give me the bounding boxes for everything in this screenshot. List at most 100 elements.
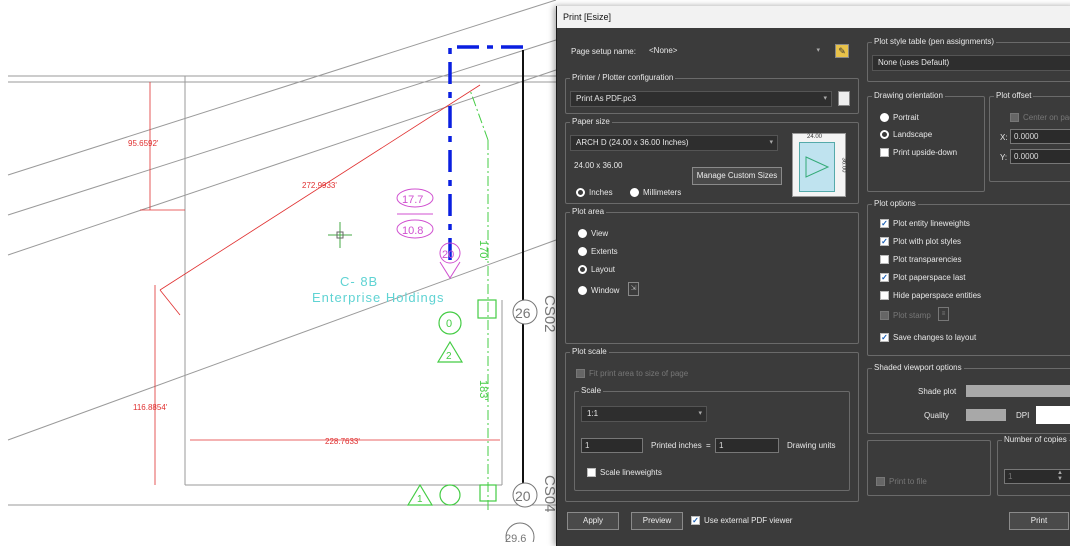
hide-paperspace-label: Hide paperspace entities bbox=[893, 291, 982, 300]
hide-paperspace-checkbox[interactable] bbox=[880, 291, 889, 300]
drawing-units-input[interactable]: 1 bbox=[715, 438, 779, 453]
units-inches-label: Inches bbox=[589, 188, 613, 197]
y-offset-label: Y: bbox=[1000, 153, 1008, 162]
paper-dims: 24.00 x 36.00 bbox=[574, 161, 623, 170]
transparencies-checkbox[interactable] bbox=[880, 255, 889, 264]
entity-lineweights-label: Plot entity lineweights bbox=[893, 219, 970, 228]
paper-preview-sheet bbox=[799, 142, 835, 192]
preview-button[interactable]: Preview bbox=[631, 512, 683, 530]
page-setup-select[interactable]: <None> ▾ bbox=[643, 43, 825, 59]
bubble-20: 20 bbox=[515, 488, 531, 504]
print-to-file-checkbox[interactable] bbox=[876, 477, 885, 486]
bubble-29-6: 29.6 bbox=[505, 533, 526, 542]
paper-size-group-label: Paper size bbox=[570, 117, 612, 126]
dialog-title: Print [Esize] bbox=[557, 6, 1070, 28]
plot-area-group: Plot area View Extents Layout Window ⇲ bbox=[565, 207, 859, 344]
scale-subgroup-label: Scale bbox=[579, 386, 604, 395]
plot-styles-checkbox[interactable]: ✓ bbox=[880, 237, 889, 246]
printer-value: Print As PDF.pc3 bbox=[576, 94, 637, 103]
tenant-label-2: Enterprise Holdings bbox=[312, 290, 444, 305]
x-offset-input[interactable]: 0.0000 bbox=[1010, 129, 1070, 144]
center-on-page-checkbox[interactable] bbox=[1010, 113, 1019, 122]
printed-inches-input[interactable]: 1 bbox=[581, 438, 643, 453]
external-viewer-checkbox[interactable]: ✓ bbox=[691, 516, 700, 525]
print-button[interactable]: Print bbox=[1009, 512, 1069, 530]
chevron-down-icon: ▾ bbox=[698, 410, 702, 417]
plot-style-select[interactable]: None (uses Default) bbox=[872, 55, 1070, 71]
paperspace-last-checkbox[interactable]: ✓ bbox=[880, 273, 889, 282]
dpi-input[interactable] bbox=[1036, 406, 1070, 424]
printed-inches-label: Printed inches bbox=[651, 441, 702, 450]
upside-down-label: Print upside-down bbox=[893, 148, 958, 157]
chevron-down-icon: ▾ bbox=[823, 95, 827, 102]
printer-select[interactable]: Print As PDF.pc3 ▾ bbox=[570, 91, 832, 107]
shaded-viewport-group: Shaded viewport options Shade plot Quali… bbox=[867, 363, 1070, 434]
window-pick-icon[interactable]: ⇲ bbox=[628, 282, 639, 296]
dimension-d5: 170' bbox=[477, 240, 489, 260]
paper-size-group: Paper size ARCH D (24.00 x 36.00 Inches)… bbox=[565, 117, 859, 204]
drawing-units-label: Drawing units bbox=[787, 441, 836, 450]
copies-spinner-icon[interactable]: ▲ ▼ bbox=[1057, 470, 1063, 482]
print-dialog: Print [Esize] Page setup name: <None> ▾ … bbox=[556, 6, 1070, 546]
plot-area-window-radio[interactable] bbox=[578, 286, 587, 295]
x-offset-label: X: bbox=[1000, 133, 1008, 142]
transparencies-label: Plot transparencies bbox=[893, 255, 962, 264]
plot-stamp-label: Plot stamp bbox=[893, 311, 931, 320]
plot-styles-label: Plot with plot styles bbox=[893, 237, 962, 246]
scale-lineweights-checkbox[interactable] bbox=[587, 468, 596, 477]
printer-group: Printer / Plotter configuration Print As… bbox=[565, 73, 859, 114]
paperspace-last-label: Plot paperspace last bbox=[893, 273, 966, 282]
external-viewer-label: Use external PDF viewer bbox=[704, 516, 793, 525]
units-inches-radio[interactable] bbox=[576, 188, 585, 197]
paper-preview-height: 36.00 bbox=[840, 157, 847, 173]
entity-lineweights-checkbox[interactable]: ✓ bbox=[880, 219, 889, 228]
plot-offset-group: Plot offset Center on page X: 0.0000 Y: … bbox=[989, 91, 1070, 182]
quality-label: Quality bbox=[924, 411, 949, 420]
save-changes-checkbox[interactable]: ✓ bbox=[880, 333, 889, 342]
y-offset-input[interactable]: 0.0000 bbox=[1010, 149, 1070, 164]
units-mm-radio[interactable] bbox=[630, 188, 639, 197]
page-setup-label: Page setup name: bbox=[571, 47, 636, 56]
scale-value: 1:1 bbox=[587, 409, 599, 418]
fit-to-page-label: Fit print area to size of page bbox=[589, 369, 689, 378]
chevron-down-icon: ▾ bbox=[769, 139, 773, 146]
plot-area-layout-radio[interactable] bbox=[578, 265, 587, 274]
tenant-label-1: C- 8B bbox=[340, 274, 378, 289]
print-to-file-label: Print to file bbox=[889, 477, 927, 486]
scale-select[interactable]: 1:1 ▾ bbox=[581, 406, 707, 422]
plot-area-extents-label: Extents bbox=[591, 247, 618, 256]
units-mm-label: Millimeters bbox=[643, 188, 682, 197]
tag-bottom: 10.8 bbox=[402, 225, 423, 237]
copies-group: Number of copies 1 ▲ ▼ bbox=[997, 435, 1070, 496]
portrait-radio[interactable] bbox=[880, 113, 889, 122]
plot-stamp-settings-icon[interactable]: ≡ bbox=[938, 307, 949, 321]
landscape-radio[interactable] bbox=[880, 130, 889, 139]
dimension-d4: 228.7633' bbox=[325, 437, 360, 446]
upside-down-checkbox[interactable] bbox=[880, 148, 889, 157]
paper-size-select[interactable]: ARCH D (24.00 x 36.00 Inches) ▾ bbox=[570, 135, 778, 151]
printer-properties-icon[interactable] bbox=[838, 91, 850, 106]
print-to-file-group: Print to file bbox=[867, 440, 991, 496]
dimension-d3: 116.8854' bbox=[133, 403, 168, 412]
page-setup-add-icon[interactable]: ✎ bbox=[835, 44, 849, 58]
paper-size-value: ARCH D (24.00 x 36.00 Inches) bbox=[576, 138, 689, 147]
manage-custom-sizes-button[interactable]: Manage Custom Sizes bbox=[692, 167, 782, 185]
paper-preview: 24.00 36.00 bbox=[792, 133, 847, 197]
plot-area-extents-radio[interactable] bbox=[578, 247, 587, 256]
printer-group-label: Printer / Plotter configuration bbox=[570, 73, 676, 82]
plot-style-group-label: Plot style table (pen assignments) bbox=[872, 37, 997, 46]
scale-subgroup: Scale 1:1 ▾ 1 Printed inches = 1 Drawing… bbox=[574, 386, 850, 491]
plot-options-group-label: Plot options bbox=[872, 199, 918, 208]
dimension-d1: 95.6592' bbox=[128, 139, 159, 148]
shade-plot-select[interactable] bbox=[966, 385, 1070, 397]
plot-stamp-checkbox[interactable] bbox=[880, 311, 889, 320]
plot-area-layout-label: Layout bbox=[591, 265, 616, 274]
shade-plot-label: Shade plot bbox=[918, 387, 957, 396]
plot-area-view-radio[interactable] bbox=[578, 229, 587, 238]
plot-style-value: None (uses Default) bbox=[878, 58, 950, 67]
center-on-page-label: Center on page bbox=[1023, 113, 1070, 122]
quality-select[interactable] bbox=[966, 409, 1006, 421]
symbol-two: 2 bbox=[446, 351, 452, 362]
fit-to-page-checkbox[interactable] bbox=[576, 369, 585, 378]
apply-button[interactable]: Apply bbox=[567, 512, 619, 530]
